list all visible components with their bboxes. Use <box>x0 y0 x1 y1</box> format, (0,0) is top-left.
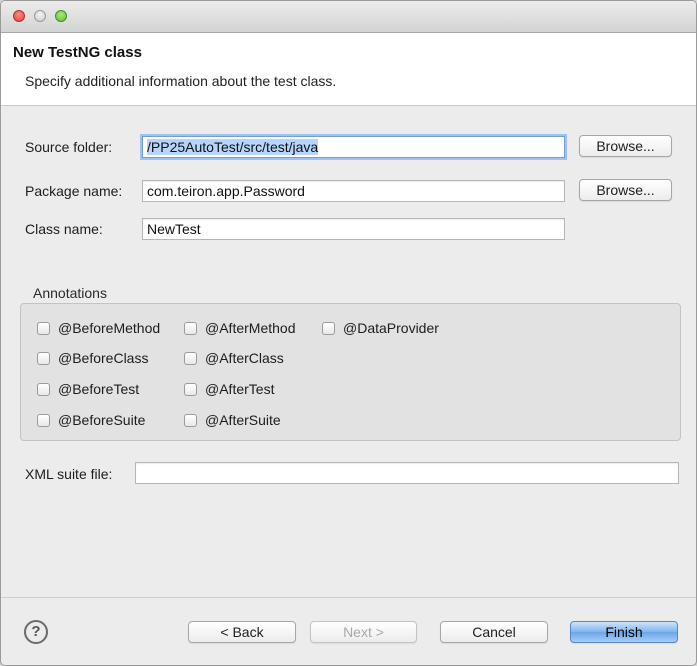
source-folder-value: /PP25AutoTest/src/test/java <box>147 139 319 155</box>
checkbox-label: @BeforeSuite <box>58 412 146 428</box>
checkbox-label: @AfterSuite <box>205 412 281 428</box>
after-method-checkbox[interactable]: @AfterMethod <box>184 319 295 337</box>
data-provider-checkbox[interactable]: @DataProvider <box>322 319 439 337</box>
checkbox-label: @BeforeTest <box>58 381 140 397</box>
finish-button[interactable]: Finish <box>570 621 678 643</box>
checkbox-box[interactable] <box>37 413 50 427</box>
before-method-checkbox[interactable]: @BeforeMethod <box>37 319 160 337</box>
source-folder-browse-button[interactable]: Browse... <box>579 135 672 157</box>
class-name-label: Class name: <box>25 221 103 237</box>
checkbox-box[interactable] <box>322 321 335 335</box>
checkbox-box[interactable] <box>184 351 197 365</box>
after-class-checkbox[interactable]: @AfterClass <box>184 349 284 367</box>
checkbox-box[interactable] <box>184 321 197 335</box>
package-name-label: Package name: <box>25 183 123 199</box>
xml-suite-file-label: XML suite file: <box>25 466 113 482</box>
zoom-window-icon[interactable] <box>55 10 67 22</box>
source-folder-input[interactable]: /PP25AutoTest/src/test/java <box>142 136 565 158</box>
checkbox-label: @AfterMethod <box>205 320 296 336</box>
new-testng-class-dialog: New TestNG class Specify additional info… <box>0 0 697 666</box>
after-test-checkbox[interactable]: @AfterTest <box>184 380 274 398</box>
checkbox-box[interactable] <box>37 321 50 335</box>
minimize-window-icon[interactable] <box>34 10 46 22</box>
dialog-description: Specify additional information about the… <box>25 73 337 89</box>
checkbox-label: @BeforeClass <box>58 350 149 366</box>
before-suite-checkbox[interactable]: @BeforeSuite <box>37 411 145 429</box>
close-window-icon[interactable] <box>13 10 25 22</box>
title-bar <box>1 1 696 33</box>
footer-divider <box>1 597 696 598</box>
annotations-group-label: Annotations <box>33 285 107 301</box>
help-icon[interactable]: ? <box>24 620 48 644</box>
package-name-browse-button[interactable]: Browse... <box>579 179 672 201</box>
checkbox-label: @BeforeMethod <box>58 320 161 336</box>
after-suite-checkbox[interactable]: @AfterSuite <box>184 411 281 429</box>
dialog-header: New TestNG class Specify additional info… <box>1 33 696 106</box>
xml-suite-file-input[interactable] <box>135 462 679 484</box>
class-name-input[interactable]: NewTest <box>142 218 565 240</box>
next-button[interactable]: Next > <box>310 621 417 643</box>
checkbox-box[interactable] <box>184 382 197 396</box>
checkbox-label: @AfterTest <box>205 381 275 397</box>
source-folder-label: Source folder: <box>25 139 113 155</box>
checkbox-label: @AfterClass <box>205 350 284 366</box>
checkbox-box[interactable] <box>184 413 197 427</box>
before-class-checkbox[interactable]: @BeforeClass <box>37 349 148 367</box>
cancel-button[interactable]: Cancel <box>440 621 548 643</box>
checkbox-box[interactable] <box>37 351 50 365</box>
checkbox-label: @DataProvider <box>343 320 439 336</box>
back-button[interactable]: < Back <box>188 621 296 643</box>
dialog-title: New TestNG class <box>13 44 142 61</box>
before-test-checkbox[interactable]: @BeforeTest <box>37 380 139 398</box>
checkbox-box[interactable] <box>37 382 50 396</box>
package-name-input[interactable]: com.teiron.app.Password <box>142 180 565 202</box>
